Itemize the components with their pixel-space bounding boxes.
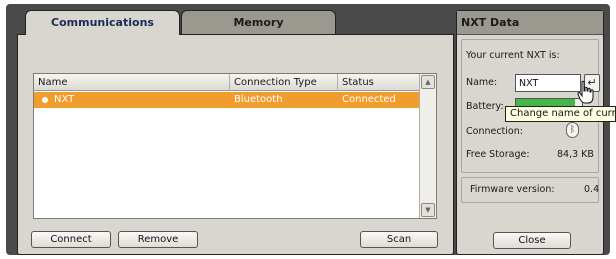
- current-nxt-label: Your current NXT is:: [466, 50, 560, 61]
- firmware-value: 0.4: [584, 184, 600, 195]
- nxt-data-title: NXT Data: [457, 11, 603, 35]
- column-header-connection-type[interactable]: Connection Type: [230, 74, 338, 91]
- scroll-up-icon[interactable]: ▲: [421, 75, 435, 89]
- column-header-name[interactable]: Name: [34, 74, 230, 91]
- communications-panel: Communications Memory Name Connection Ty…: [17, 10, 454, 255]
- row-status: Connected: [342, 94, 396, 105]
- tab-content: Name Connection Type Status NXT Bluetoot…: [17, 34, 454, 255]
- selected-dot-icon: [42, 97, 48, 103]
- column-header-status[interactable]: Status: [338, 74, 420, 91]
- vertical-scrollbar[interactable]: ▲ ▼: [419, 74, 436, 218]
- close-button[interactable]: Close: [493, 232, 571, 249]
- free-storage-value: 84,3 KB: [557, 149, 594, 160]
- firmware-label: Firmware version:: [470, 184, 555, 195]
- scan-button[interactable]: Scan: [360, 231, 438, 248]
- hand-cursor-icon: [577, 80, 594, 104]
- connection-label: Connection:: [466, 126, 523, 137]
- row-name-cell: NXT: [38, 92, 230, 108]
- connect-button[interactable]: Connect: [31, 231, 111, 248]
- nxt-data-panel: NXT Data Your current NXT is: Name: ↵ Ba…: [456, 10, 604, 255]
- row-connection-type: Bluetooth: [234, 94, 283, 105]
- device-list: Name Connection Type Status NXT Bluetoot…: [33, 73, 437, 219]
- tab-memory[interactable]: Memory: [181, 10, 336, 34]
- table-row[interactable]: NXT Bluetooth Connected: [34, 92, 420, 108]
- battery-label: Battery:: [466, 101, 504, 112]
- bluetooth-icon: ᛒ: [566, 122, 579, 138]
- name-label: Name:: [466, 77, 498, 88]
- nxt-name-input[interactable]: [515, 74, 581, 92]
- remove-button[interactable]: Remove: [118, 231, 198, 248]
- row-name: NXT: [54, 94, 75, 105]
- tooltip: Change name of current NXT: [505, 106, 616, 122]
- scroll-down-icon[interactable]: ▼: [421, 203, 435, 217]
- device-list-header: Name Connection Type Status: [34, 74, 420, 91]
- firmware-box: Firmware version: 0.4: [461, 177, 599, 203]
- tab-communications[interactable]: Communications: [25, 10, 180, 35]
- free-storage-label: Free Storage:: [466, 149, 530, 160]
